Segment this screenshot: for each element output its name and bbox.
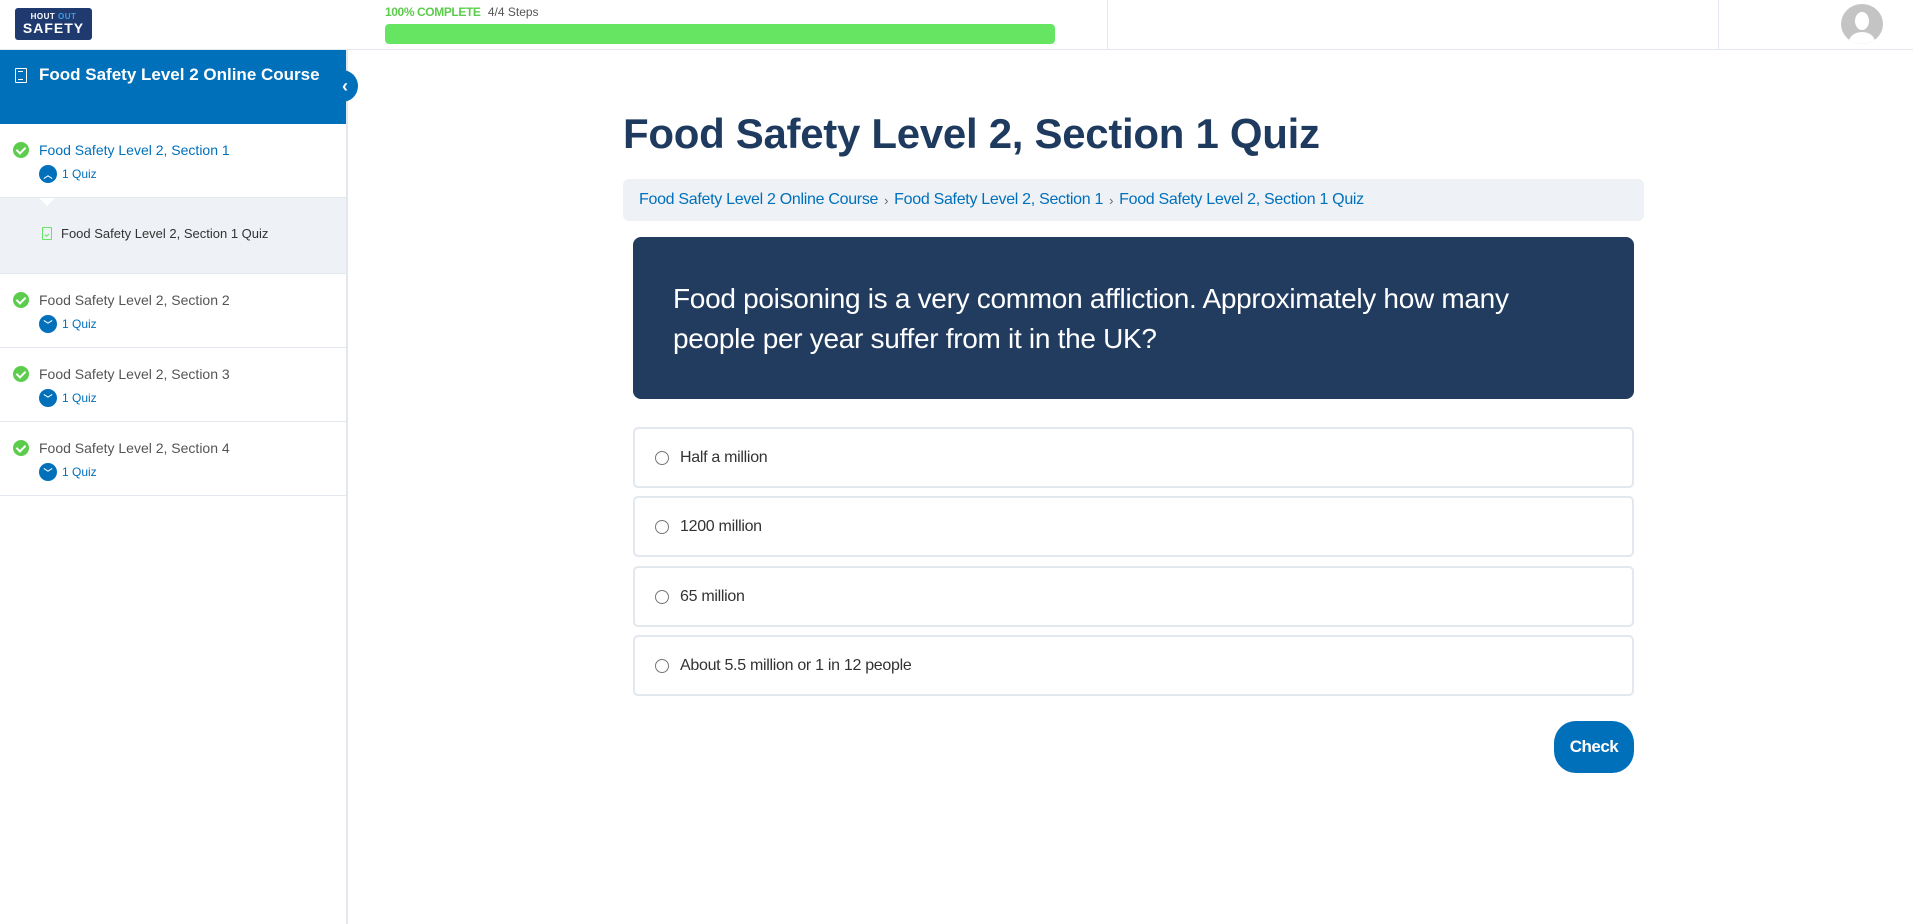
user-avatar-icon[interactable] bbox=[1841, 4, 1883, 44]
quiz-toggle[interactable]: ︿ 1 Quiz bbox=[39, 165, 336, 183]
progress-percent-label: 100% COMPLETE bbox=[385, 5, 481, 19]
section-quiz-list: Food Safety Level 2, Section 1 Quiz bbox=[0, 198, 346, 274]
check-answer-button[interactable]: Check bbox=[1554, 721, 1634, 773]
course-progress: 100% COMPLETE 4/4 Steps bbox=[385, 5, 1055, 44]
answer-option[interactable]: 65 million bbox=[633, 566, 1634, 627]
quiz-toggle[interactable]: ﹀ 1 Quiz bbox=[39, 463, 336, 481]
progress-bar-fill bbox=[385, 24, 1055, 44]
breadcrumb-separator: › bbox=[1109, 192, 1114, 208]
complete-check-icon bbox=[13, 292, 29, 308]
quiz-toggle-label: 1 Quiz bbox=[62, 167, 97, 181]
answer-radio[interactable] bbox=[655, 450, 669, 465]
sidebar-section-title[interactable]: Food Safety Level 2, Section 3 bbox=[39, 364, 336, 384]
shout-out-safety-logo[interactable]: HOUT OUT SAFETY bbox=[15, 8, 92, 40]
sidebar-section: Food Safety Level 2, Section 3 ﹀ 1 Quiz bbox=[0, 348, 346, 422]
breadcrumb-link[interactable]: Food Safety Level 2 Online Course bbox=[639, 191, 878, 209]
sidebar-course-title[interactable]: Food Safety Level 2 Online Course bbox=[39, 65, 320, 84]
course-document-icon bbox=[15, 68, 27, 83]
header-divider bbox=[1718, 0, 1719, 50]
chevron-up-icon: ︿ bbox=[39, 165, 57, 183]
complete-check-icon bbox=[13, 440, 29, 456]
answer-radio[interactable] bbox=[655, 658, 669, 673]
header-divider bbox=[1107, 0, 1108, 50]
quiz-toggle-label: 1 Quiz bbox=[62, 465, 97, 479]
answer-label: Half a million bbox=[680, 448, 768, 466]
sidebar-section: Food Safety Level 2, Section 1 ︿ 1 Quiz bbox=[0, 124, 346, 198]
breadcrumb-link[interactable]: Food Safety Level 2, Section 1 bbox=[894, 191, 1103, 209]
answer-option[interactable]: Half a million bbox=[633, 427, 1634, 488]
answer-radio[interactable] bbox=[655, 519, 669, 534]
progress-bar bbox=[385, 24, 1055, 44]
quiz-toggle[interactable]: ﹀ 1 Quiz bbox=[39, 389, 336, 407]
page-title: Food Safety Level 2, Section 1 Quiz bbox=[623, 110, 1320, 157]
answer-label: About 5.5 million or 1 in 12 people bbox=[680, 656, 912, 674]
chevron-down-icon: ﹀ bbox=[39, 315, 57, 333]
course-sidebar: Food Safety Level 2 Online Course ‹ Food… bbox=[0, 50, 358, 924]
quiz-toggle[interactable]: ﹀ 1 Quiz bbox=[39, 315, 336, 333]
top-header: HOUT OUT SAFETY 100% COMPLETE 4/4 Steps bbox=[0, 0, 1913, 50]
sidebar-section: Food Safety Level 2, Section 4 ﹀ 1 Quiz bbox=[0, 422, 346, 496]
quiz-toggle-label: 1 Quiz bbox=[62, 391, 97, 405]
sidebar-course-header[interactable]: Food Safety Level 2 Online Course ‹ bbox=[0, 50, 358, 124]
answer-option[interactable]: About 5.5 million or 1 in 12 people bbox=[633, 635, 1634, 696]
answer-radio[interactable] bbox=[655, 589, 669, 604]
complete-check-icon bbox=[13, 142, 29, 158]
chevron-down-icon: ﹀ bbox=[39, 389, 57, 407]
complete-check-icon bbox=[13, 366, 29, 382]
logo-text-safety: SAFETY bbox=[22, 20, 85, 36]
breadcrumb-current[interactable]: Food Safety Level 2, Section 1 Quiz bbox=[1119, 191, 1364, 209]
answer-label: 65 million bbox=[680, 587, 745, 605]
breadcrumb: Food Safety Level 2 Online Course › Food… bbox=[623, 179, 1644, 221]
chevron-down-icon: ﹀ bbox=[39, 463, 57, 481]
sidebar-section-title[interactable]: Food Safety Level 2, Section 2 bbox=[39, 290, 336, 310]
sidebar-section-title[interactable]: Food Safety Level 2, Section 1 bbox=[39, 140, 336, 160]
sidebar-quiz-item[interactable]: Food Safety Level 2, Section 1 Quiz bbox=[42, 226, 268, 241]
sidebar-quiz-label: Food Safety Level 2, Section 1 Quiz bbox=[61, 226, 269, 241]
sidebar-section: Food Safety Level 2, Section 2 ﹀ 1 Quiz bbox=[0, 274, 346, 348]
main-content: Food Safety Level 2, Section 1 Quiz Food… bbox=[350, 50, 1913, 924]
progress-steps-label: 4/4 Steps bbox=[487, 5, 539, 19]
quiz-question: Food poisoning is a very common afflicti… bbox=[633, 237, 1634, 399]
answer-option[interactable]: 1200 million bbox=[633, 496, 1634, 557]
answer-label: 1200 million bbox=[680, 517, 762, 535]
breadcrumb-separator: › bbox=[884, 192, 889, 208]
quiz-icon bbox=[42, 227, 52, 240]
chevron-left-icon: ‹ bbox=[342, 76, 348, 96]
quiz-toggle-label: 1 Quiz bbox=[62, 317, 97, 331]
sidebar-section-title[interactable]: Food Safety Level 2, Section 4 bbox=[39, 438, 336, 458]
